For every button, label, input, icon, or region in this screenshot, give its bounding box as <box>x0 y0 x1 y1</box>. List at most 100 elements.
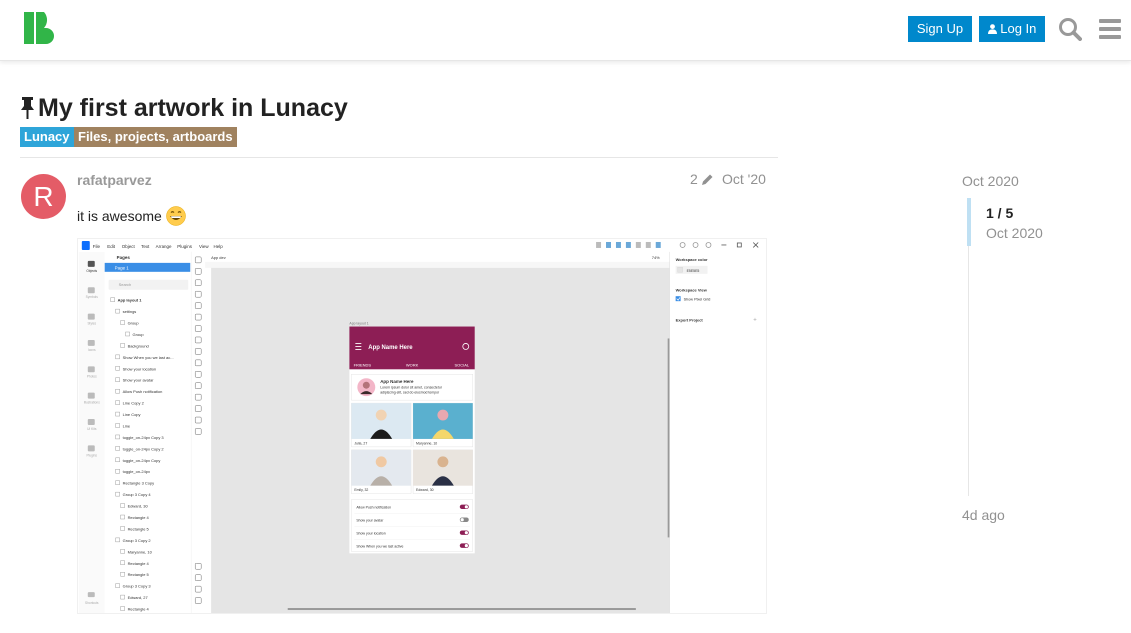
shortcuts-icon[interactable] <box>87 592 95 598</box>
layer-item[interactable]: Group 3 Copy 4 <box>123 492 152 497</box>
rail-label: Symbols <box>86 295 99 299</box>
layer-item[interactable]: toggle_on-24px Copy <box>123 458 161 463</box>
rail-icon[interactable] <box>87 419 95 426</box>
category-badge-files[interactable]: Files, projects, artboards <box>74 127 237 147</box>
layer-item[interactable]: Group 3 Copy 2 <box>123 538 151 543</box>
ruler <box>205 261 670 268</box>
rail-icon[interactable] <box>87 445 95 452</box>
app-menu-item[interactable]: Help <box>214 244 224 249</box>
layer-item[interactable]: Show When you we last ac... <box>123 355 174 360</box>
hamburger-menu-icon[interactable] <box>1098 18 1122 40</box>
page-1-label: Page 1 <box>115 265 130 270</box>
card-title: App Name Here <box>380 379 414 384</box>
pixel-grid-label: Show Pixel Grid <box>684 298 711 302</box>
avatar[interactable]: R <box>21 174 66 219</box>
grinning-face-icon <box>166 206 186 226</box>
rail-label: Icons <box>88 348 96 352</box>
edit-count: 2 <box>690 171 698 187</box>
category-badge-lunacy[interactable]: Lunacy <box>20 127 74 147</box>
layer-item[interactable]: Group <box>128 321 140 326</box>
workspace-color-value: E5E5E5 <box>687 269 700 273</box>
app-tab[interactable]: SOCIAL <box>455 362 470 367</box>
app-menu-item[interactable]: Object <box>122 244 136 249</box>
timeline-top-date[interactable]: Oct 2020 <box>962 173 1019 189</box>
layer-item[interactable]: Rectangle 5 <box>128 572 150 577</box>
app-menu-item[interactable]: Edit <box>107 244 115 249</box>
setting-label: Allow Push notification <box>356 506 391 510</box>
sign-up-button[interactable]: Sign Up <box>908 16 972 42</box>
app-tab[interactable]: WORK <box>406 362 419 367</box>
canvas-h-scrollbar[interactable] <box>287 608 636 611</box>
edit-history[interactable]: 2 <box>690 171 714 187</box>
rail-label: Illustrations <box>84 401 100 405</box>
app-menu-item[interactable]: Arrange <box>156 244 172 249</box>
shortcuts-label: Shortcuts <box>85 601 99 605</box>
layer-item[interactable]: toggle_on-24px Copy 3 <box>123 435 165 440</box>
lunacy-logo-icon[interactable] <box>24 12 56 44</box>
layer-item[interactable]: Line <box>123 423 131 428</box>
user-icon <box>987 24 997 34</box>
topic-title[interactable]: My first artwork in Lunacy <box>38 94 348 123</box>
layer-item[interactable]: Show your avatar <box>123 378 155 383</box>
app-menu-item[interactable]: Text <box>141 244 150 249</box>
log-in-button[interactable]: Log In <box>979 16 1045 42</box>
search-icon[interactable] <box>1058 17 1082 41</box>
layer-item[interactable]: Rectangle 3 Copy <box>123 481 155 486</box>
card-text-2: adipiscing elit, sed do eiusmod tempor <box>380 391 440 395</box>
layer-item[interactable]: Edward, 30 <box>128 504 149 509</box>
app-tab[interactable]: FRIENDS <box>354 362 372 367</box>
layer-item[interactable]: toggle_on-24px Copy 2 <box>123 446 164 451</box>
app-menu-item[interactable]: View <box>199 244 209 249</box>
photo-caption: Emily, 32 <box>354 488 368 492</box>
rail-label: Objects <box>86 269 97 273</box>
setting-label: Show When you we last active <box>356 544 403 548</box>
timeline-scroller-handle[interactable] <box>967 198 971 246</box>
layer-item[interactable]: Allow Push notification <box>123 389 163 394</box>
rail-icon[interactable] <box>87 392 95 399</box>
app-menu-item[interactable]: File <box>93 244 101 249</box>
layer-item[interactable]: Background <box>128 343 149 348</box>
photo-caption: Edward, 30 <box>416 488 434 492</box>
layer-item[interactable]: Line Copy 2 <box>123 401 144 406</box>
layer-item[interactable]: Group 3 Copy 3 <box>123 584 152 589</box>
layer-item[interactable]: Edward, 27 <box>128 595 148 600</box>
timeline-bottom-label[interactable]: 4d ago <box>962 507 1005 523</box>
layer-item[interactable]: Line Copy <box>123 412 141 417</box>
app-title: App Name Here <box>368 345 413 351</box>
layer-item[interactable]: toggle_on-24px <box>123 469 150 474</box>
lunacy-app-screenshot[interactable]: File Edit Object Text Arrange Plugins View Help… <box>77 238 767 614</box>
pin-icon <box>21 97 34 119</box>
export-project-label[interactable]: Export Project <box>676 318 704 323</box>
zoom-level[interactable]: 74% <box>652 255 660 260</box>
export-add-icon[interactable]: + <box>753 318 757 324</box>
canvas-tab[interactable]: App dev <box>211 255 226 260</box>
layer-item[interactable]: Show your location <box>123 366 157 371</box>
setting-toggle-knob <box>464 531 468 535</box>
settings-list: Allow Push notification Show your avatar S… <box>351 499 473 552</box>
rail-icon[interactable] <box>87 287 95 294</box>
layer-item[interactable]: Rectangle 4 <box>128 607 150 612</box>
layer-item[interactable]: Rectangle 4 <box>128 515 150 520</box>
pencil-icon <box>701 174 713 185</box>
rail-label: Photos <box>87 374 97 378</box>
setting-toggle-knob <box>464 544 468 548</box>
rail-label: Styles <box>87 322 96 326</box>
timeline-track[interactable] <box>968 246 969 496</box>
app-menu-item[interactable]: Plugins <box>177 244 192 249</box>
rail-icon[interactable] <box>87 339 95 346</box>
post-username[interactable]: rafatparvez <box>77 172 152 188</box>
rail-icon[interactable] <box>87 366 95 373</box>
layer-item[interactable]: Rectangle 4 <box>128 561 150 566</box>
layer-item[interactable]: Rectangle 5 <box>128 526 150 531</box>
photo-caption: Julia, 27 <box>354 441 367 445</box>
rail-icon[interactable] <box>87 313 95 320</box>
setting-label: Show your location <box>356 531 385 535</box>
post-date[interactable]: Oct '20 <box>722 171 766 187</box>
photo-person <box>375 456 387 468</box>
layer-item[interactable]: settings <box>123 309 137 314</box>
layer-item[interactable]: Maryanne, 10 <box>128 549 153 554</box>
app-logo-icon <box>81 240 90 250</box>
rail-icon[interactable] <box>87 260 95 267</box>
layer-item[interactable]: App layout 1 <box>118 298 143 303</box>
layer-item[interactable]: Group <box>133 332 145 337</box>
